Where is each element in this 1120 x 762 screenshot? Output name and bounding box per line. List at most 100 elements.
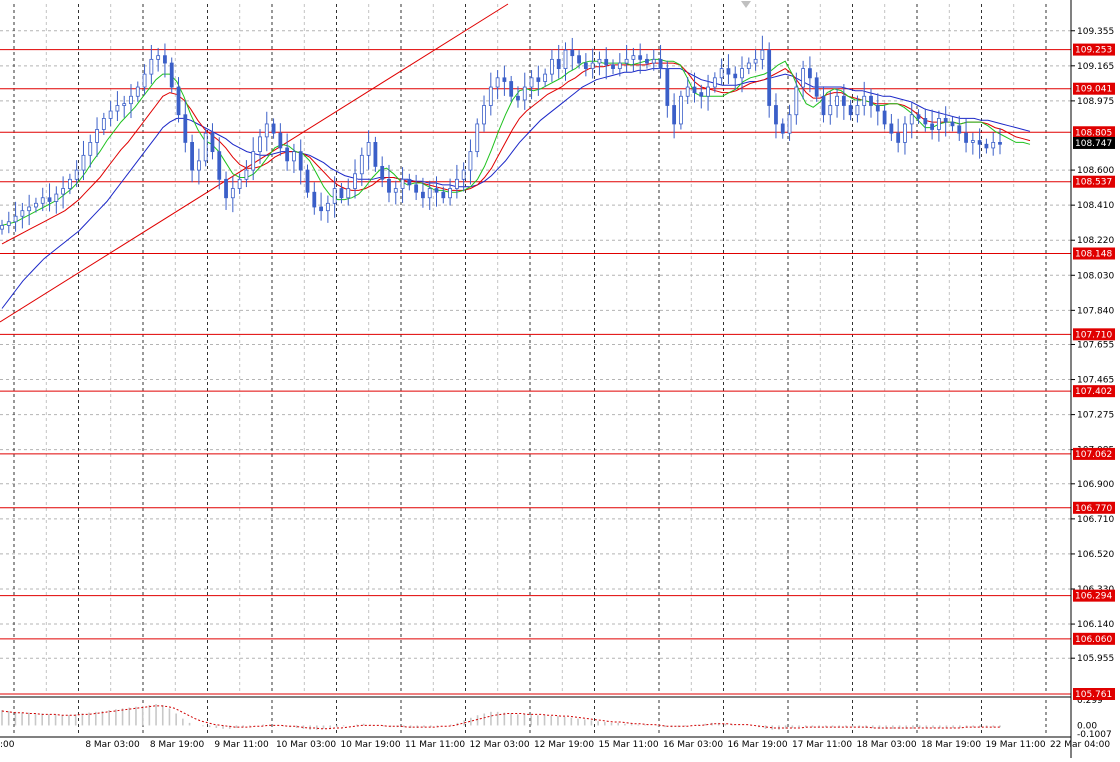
- current-price-label: 108.747: [1075, 139, 1112, 149]
- candle-body: [339, 188, 344, 199]
- y-tick-label: 108.220: [1077, 236, 1114, 246]
- y-tick-label: 109.165: [1077, 62, 1114, 72]
- candle-body: [821, 95, 826, 116]
- y-tick-label: 108.030: [1077, 271, 1114, 281]
- candle-body: [998, 142, 1002, 145]
- candle-body: [217, 151, 222, 180]
- candle-body: [373, 142, 378, 167]
- x-tick-label: 10 Mar 19:00: [340, 740, 400, 750]
- candle-body: [475, 123, 480, 153]
- candle-body: [740, 68, 744, 79]
- candle-body: [746, 62, 751, 69]
- level-label: 105.761: [1075, 690, 1112, 700]
- y-tick-label: 109.355: [1077, 27, 1114, 37]
- candle-body: [251, 151, 256, 171]
- level-label: 106.294: [1075, 592, 1112, 602]
- candle-body: [427, 188, 432, 199]
- candle-body: [468, 151, 473, 171]
- candle-body: [577, 55, 581, 64]
- candle-body: [882, 110, 887, 125]
- candle-body: [923, 118, 928, 125]
- candle-body: [101, 118, 106, 130]
- candle-body: [278, 132, 283, 149]
- y-tick-label: 106.520: [1077, 550, 1114, 560]
- candle-body: [780, 123, 785, 134]
- candle-body: [651, 58, 656, 64]
- candle-body: [129, 95, 133, 105]
- candle-body: [991, 142, 996, 149]
- candle-body: [889, 123, 894, 134]
- candle-body: [943, 118, 948, 123]
- level-label: 107.062: [1075, 450, 1112, 460]
- candle-body: [20, 210, 25, 217]
- candle-body: [814, 77, 819, 97]
- candle-body: [244, 169, 249, 180]
- candle-body: [210, 132, 215, 153]
- candle-body: [679, 95, 683, 125]
- candle-body: [787, 114, 792, 134]
- candle-body: [441, 191, 446, 199]
- candle-body: [454, 178, 459, 189]
- candle-body: [95, 129, 99, 143]
- candle-body: [964, 132, 968, 143]
- candle-body: [285, 147, 290, 162]
- candle-body: [305, 169, 310, 193]
- x-tick-label: 17 Mar 11:00: [792, 740, 852, 750]
- candle-body: [325, 202, 330, 212]
- chart-canvas[interactable]: :00 8 Mar 03:00 8 Mar 19:00 9 Mar 11:00 10 M…: [0, 0, 1120, 758]
- x-tick-label: 15 Mar 11:00: [598, 740, 658, 750]
- candle-body: [984, 143, 989, 149]
- chart-background: [0, 0, 1120, 758]
- candle-body: [875, 105, 880, 112]
- level-label: 107.402: [1075, 387, 1112, 397]
- candle-body: [40, 197, 45, 204]
- level-label: 109.041: [1075, 85, 1112, 95]
- x-tick-label: 9 Mar 11:00: [214, 740, 269, 750]
- candle-body: [271, 123, 276, 134]
- candle-body: [169, 62, 174, 88]
- forex-chart[interactable]: :00 8 Mar 03:00 8 Mar 19:00 9 Mar 11:00 10 M…: [0, 0, 1120, 758]
- y-tick-label: 108.600: [1077, 166, 1114, 176]
- candle-body: [719, 68, 724, 79]
- candle-body: [862, 95, 867, 106]
- candle-body: [196, 160, 201, 171]
- candle-body: [570, 49, 575, 57]
- y-tick-label: 106.140: [1077, 620, 1114, 630]
- candle-body: [909, 114, 914, 125]
- x-tick-label: 11 Mar 11:00: [405, 740, 465, 750]
- candle-body: [645, 58, 649, 64]
- y-tick-label: 106.710: [1077, 515, 1114, 525]
- candle-body: [767, 49, 772, 106]
- y-tick-label: 107.275: [1077, 411, 1114, 421]
- candle-body: [13, 215, 18, 223]
- candle-body: [366, 142, 371, 156]
- level-label: 106.770: [1075, 504, 1112, 514]
- y-tick-label: 107.465: [1077, 376, 1114, 386]
- candle-body: [550, 58, 554, 75]
- candle-body: [970, 140, 975, 143]
- candle-body: [88, 142, 93, 156]
- candle-body: [808, 68, 812, 79]
- candle-body: [414, 184, 419, 193]
- candle-body: [353, 173, 357, 189]
- level-label: 108.148: [1075, 249, 1112, 259]
- candle-body: [0, 225, 4, 230]
- candle-body: [258, 136, 262, 153]
- candle-body: [434, 188, 439, 193]
- candle-body: [590, 62, 595, 69]
- candle-body: [828, 105, 833, 116]
- candle-body: [482, 105, 486, 125]
- candle-body: [6, 221, 11, 226]
- candle-body: [685, 86, 690, 97]
- x-tick-label: 18 Mar 19:00: [921, 740, 981, 750]
- candle-body: [631, 55, 636, 60]
- level-label: 106.060: [1075, 635, 1112, 645]
- candle-body: [176, 86, 181, 116]
- candle-body: [264, 123, 269, 138]
- candle-body: [597, 58, 602, 64]
- candle-body: [611, 64, 615, 69]
- level-label: 109.253: [1075, 46, 1112, 56]
- x-tick-label: 8 Mar 19:00: [150, 740, 205, 750]
- candle-body: [488, 86, 493, 106]
- level-label: 107.710: [1075, 330, 1112, 340]
